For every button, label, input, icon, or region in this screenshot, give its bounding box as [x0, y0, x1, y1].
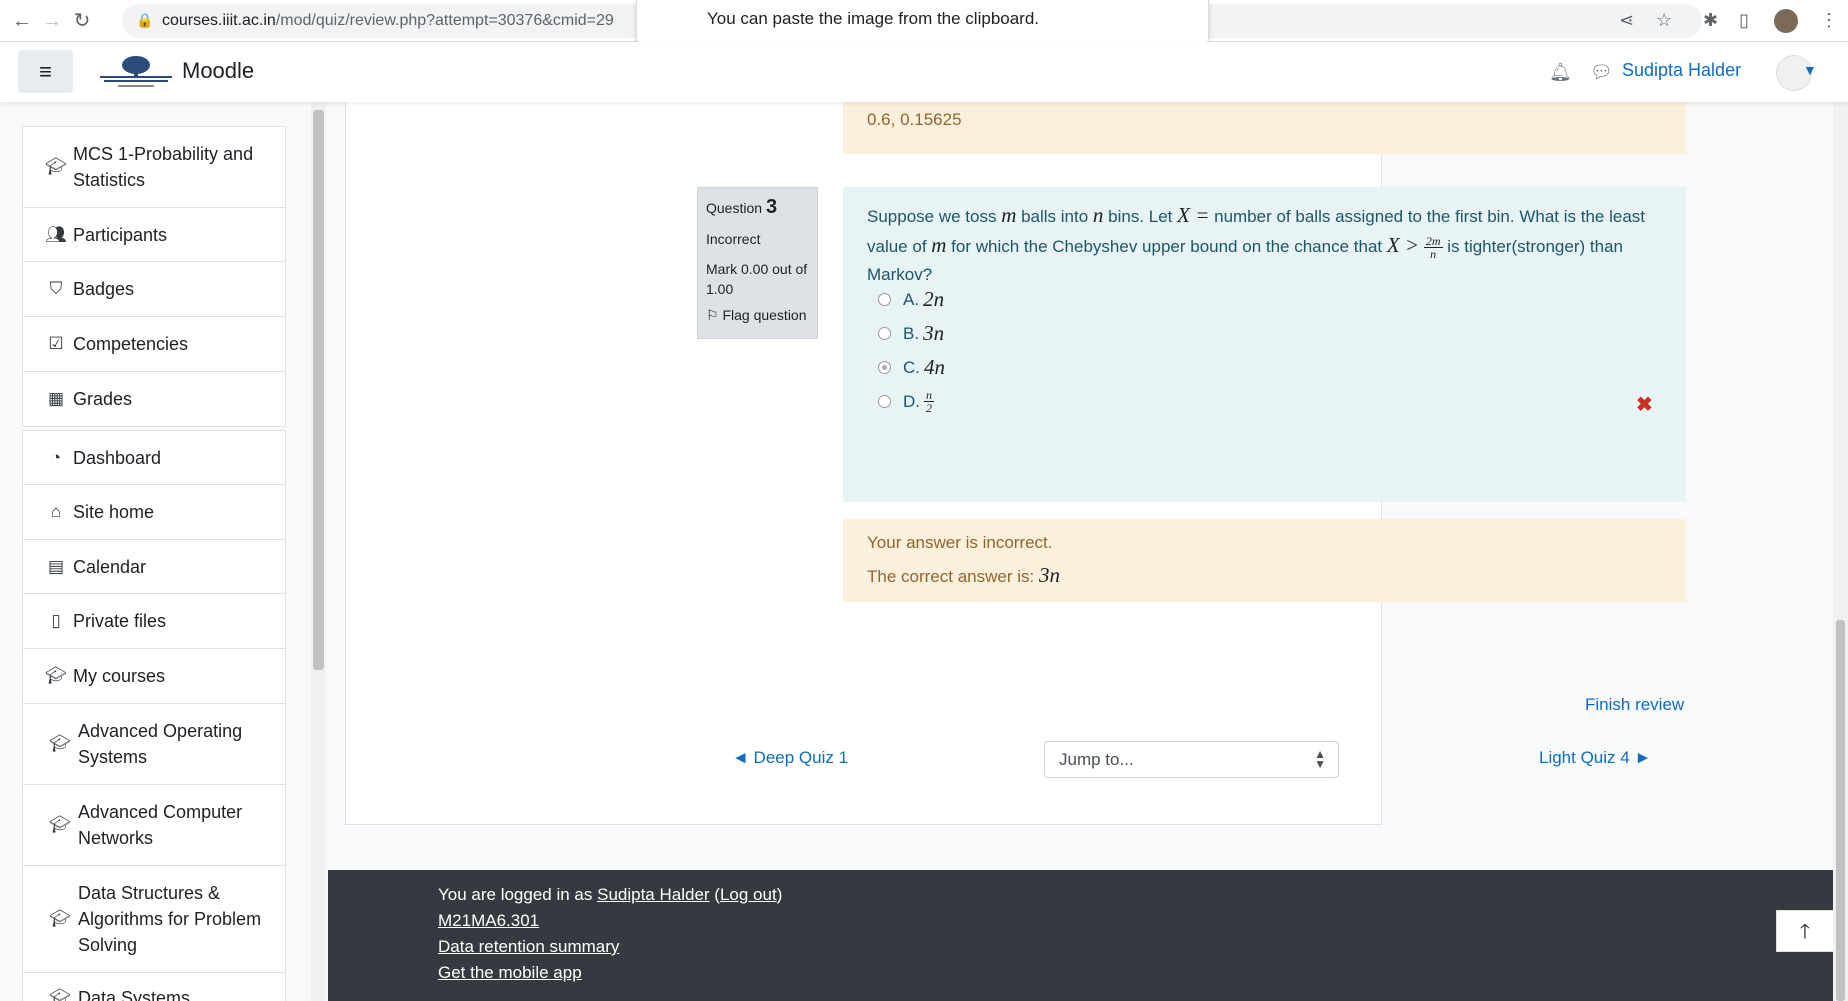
course-code-link[interactable]: M21MA6.301	[438, 911, 539, 930]
graduation-cap-icon: 🎓︎	[49, 815, 71, 834]
arrow-up-icon: 🡑	[1799, 921, 1811, 943]
sidebar-item-course[interactable]: 🎓︎ MCS 1-Probability and Statistics	[23, 127, 285, 208]
bookmark-star-icon[interactable]: ☆	[1656, 10, 1672, 31]
footer-user-link[interactable]: Sudipta Halder	[597, 885, 709, 904]
logout-link[interactable]: Log out	[720, 885, 777, 904]
flag-icon: ⚐	[706, 307, 719, 323]
sidebar-item-participants[interactable]: 👥︎ Participants	[23, 208, 285, 262]
users-icon: 👥︎	[45, 224, 67, 244]
graduation-cap-icon: 🎓︎	[49, 734, 71, 753]
graduation-cap-icon: 🎓︎	[49, 909, 71, 928]
messages-icon[interactable]: 💬︎	[1590, 62, 1613, 83]
graduation-cap-icon: 🎓︎	[45, 157, 67, 176]
user-menu-name[interactable]: Sudipta Halder	[1622, 60, 1741, 81]
site-name[interactable]: Moodle	[182, 58, 254, 84]
sidebar-item-competencies[interactable]: ☑ Competencies	[23, 317, 285, 372]
flag-question-link[interactable]: ⚐ Flag question	[706, 307, 809, 324]
moodle-navbar: ≡ Moodle 🔔︎ 💬︎ Sudipta Halder ▼	[0, 42, 1848, 102]
data-retention-link[interactable]: Data retention summary	[438, 937, 619, 956]
shield-icon: ⛉	[49, 279, 63, 298]
sidebar-item-course-aos[interactable]: 🎓︎ Advanced Operating Systems	[23, 704, 285, 785]
sidebar-item-private-files[interactable]: ▯ Private files	[23, 594, 285, 649]
answer-option-a[interactable]: A. 2n	[878, 287, 944, 312]
sidebar-item-dashboard[interactable]: ◔ Dashboard	[23, 431, 285, 485]
side-panel-icon[interactable]: ▯	[1739, 10, 1749, 31]
nav-drawer: 🎓︎ MCS 1-Probability and Statistics 👥︎ P…	[0, 102, 328, 1001]
paste-notification-text: You can paste the image from the clipboa…	[707, 9, 1040, 28]
browser-menu-icon[interactable]: ⋮	[1820, 10, 1838, 31]
question-number: Question 3	[706, 196, 778, 218]
main-region: 0.6, 0.15625 Question 3 Incorrect Mark 0…	[328, 102, 1848, 1001]
sidebar-item-badges[interactable]: ⛉ Badges	[23, 262, 285, 317]
reload-icon[interactable]: ↻	[70, 9, 94, 33]
check-square-icon: ☑	[48, 334, 64, 353]
radio-option-c[interactable]	[878, 361, 891, 374]
page-footer: You are logged in as Sudipta Halder (Log…	[328, 870, 1833, 1001]
page-scrollbar-thumb[interactable]	[1836, 620, 1845, 1001]
forward-icon[interactable]: →	[40, 9, 64, 33]
extensions-icon[interactable]: ✱	[1703, 10, 1718, 31]
sidebar-item-my-courses[interactable]: 🎓︎ My courses	[23, 649, 285, 704]
profile-avatar[interactable]	[1774, 9, 1798, 33]
graduation-cap-icon: 🎓︎	[45, 666, 67, 685]
notifications-bell-icon[interactable]: 🔔︎	[1549, 62, 1572, 83]
answer-option-d[interactable]: D. n2	[878, 389, 934, 414]
next-activity-link[interactable]: Light Quiz 4 ►	[1539, 748, 1651, 768]
question-content-box: Suppose we toss m balls into n bins. Let…	[843, 187, 1686, 502]
back-to-top-button[interactable]: 🡑	[1776, 910, 1834, 952]
course-nav-group: 🎓︎ MCS 1-Probability and Statistics 👥︎ P…	[22, 126, 286, 427]
share-icon[interactable]: ⋖	[1619, 10, 1634, 31]
select-arrows-icon: ▲ ▼	[1314, 747, 1326, 771]
sidebar-item-course-acn[interactable]: 🎓︎ Advanced Computer Networks	[23, 785, 285, 866]
institute-logo	[100, 56, 172, 87]
previous-feedback-text: 0.6, 0.15625	[867, 110, 962, 129]
back-icon[interactable]: ←	[10, 9, 34, 33]
dashboard-icon: ◔	[50, 447, 62, 467]
drawer-toggle-icon[interactable]: ≡	[18, 50, 73, 93]
paste-notification: You can paste the image from the clipboa…	[636, 0, 1209, 46]
question-info-box: Question 3 Incorrect Mark 0.00 out of 1.…	[697, 187, 818, 339]
sidebar-item-course-dsa[interactable]: 🎓︎ Data Structures & Algorithms for Prob…	[23, 866, 285, 973]
calendar-icon: ▤	[47, 556, 65, 576]
previous-question-feedback: 0.6, 0.15625	[843, 102, 1686, 154]
feedback-incorrect: Your answer is incorrect.	[867, 533, 1053, 552]
graduation-cap-icon: 🎓︎	[49, 988, 71, 1001]
question-text: Suppose we toss m balls into n bins. Let…	[867, 203, 1645, 284]
sidebar-item-grades[interactable]: ▦ Grades	[23, 372, 285, 426]
radio-option-d[interactable]	[878, 395, 891, 408]
incorrect-mark-icon: ✖	[1636, 394, 1653, 416]
previous-activity-link[interactable]: ◄ Deep Quiz 1	[732, 748, 848, 768]
finish-review-link[interactable]: Finish review	[1585, 695, 1684, 715]
radio-option-a[interactable]	[878, 293, 891, 306]
site-nav-group: ◔ Dashboard ⌂ Site home ▤ Calendar ▯ Pri…	[22, 430, 286, 1001]
radio-option-b[interactable]	[878, 327, 891, 340]
fraction-n-over-2: n2	[924, 388, 934, 415]
sidebar-item-course-ds[interactable]: 🎓︎ Data Systems	[23, 973, 285, 1001]
mobile-app-link[interactable]: Get the mobile app	[438, 963, 582, 982]
jump-to-select[interactable]: Jump to... ▲ ▼	[1044, 741, 1339, 778]
question-feedback: Your answer is incorrect. The correct an…	[843, 519, 1686, 602]
sidebar-item-calendar[interactable]: ▤ Calendar	[23, 540, 285, 594]
question-state: Incorrect	[706, 231, 761, 247]
home-icon: ⌂	[50, 502, 62, 521]
table-icon: ▦	[47, 389, 65, 408]
file-icon: ▯	[51, 611, 61, 630]
feedback-correct-answer: The correct answer is: 3n	[867, 563, 1060, 587]
question-mark: Mark 0.00 out of 1.00	[706, 261, 808, 297]
url-text: courses.iiit.ac.in/mod/quiz/review.php?a…	[162, 12, 614, 29]
logged-in-info: You are logged in as Sudipta Halder (Log…	[438, 885, 783, 904]
answer-option-b[interactable]: B. 3n	[878, 321, 944, 346]
answer-option-c[interactable]: C. 4n	[878, 355, 945, 380]
fraction-2m-over-n: 2m n	[1423, 234, 1443, 262]
chevron-down-icon[interactable]: ▼	[1803, 62, 1817, 78]
sidebar-scrollbar-thumb[interactable]	[313, 110, 324, 670]
sidebar-item-site-home[interactable]: ⌂ Site home	[23, 485, 285, 540]
lock-icon: 🔒	[136, 12, 154, 28]
